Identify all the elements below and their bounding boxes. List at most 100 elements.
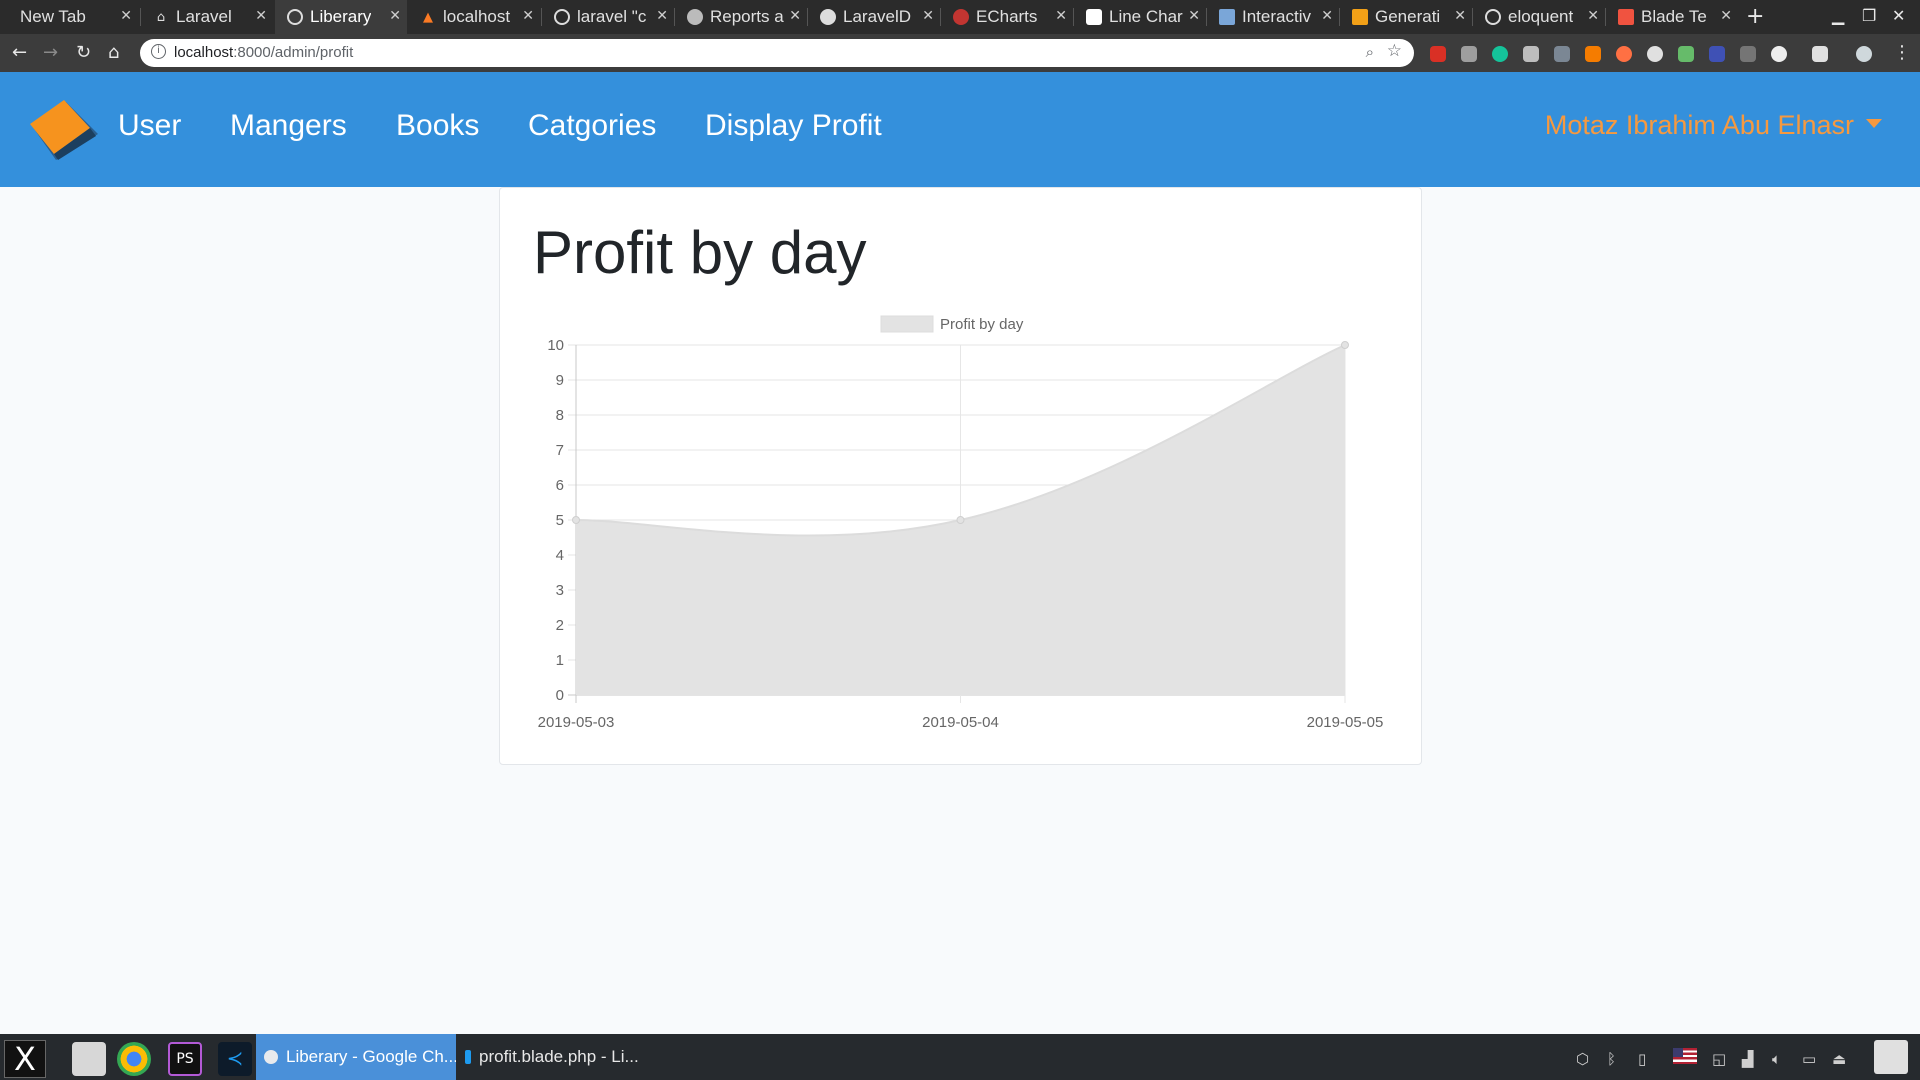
browser-tab[interactable]: eloquent ✕ [1473, 0, 1605, 34]
tab-title: Reports a [710, 7, 784, 26]
signal-tray-icon[interactable]: ▟ [1742, 1050, 1754, 1068]
extension-icon[interactable] [1709, 46, 1725, 62]
close-tab-icon[interactable]: ✕ [389, 8, 401, 24]
back-icon[interactable]: ← [12, 42, 27, 63]
browser-tab[interactable]: laravel "c ✕ [542, 0, 674, 34]
reports-icon [687, 9, 703, 25]
grammarly-icon[interactable] [1492, 46, 1508, 62]
site-info-icon[interactable]: i [151, 44, 166, 59]
home-icon[interactable]: ⌂ [108, 42, 119, 63]
tab-title: ECharts [976, 7, 1038, 26]
x-tick-label: 2019-05-04 [922, 714, 999, 731]
extension-icon[interactable] [1523, 46, 1539, 62]
close-tab-icon[interactable]: ✕ [1321, 8, 1333, 24]
extension-icon[interactable] [1771, 46, 1787, 62]
bookmark-star-icon[interactable]: ☆ [1387, 41, 1402, 61]
close-window-icon[interactable]: ✕ [1892, 6, 1905, 25]
tab-title: New Tab [20, 7, 86, 26]
url-host: localhost [174, 44, 234, 61]
power-menu-icon[interactable] [1874, 1040, 1908, 1074]
restore-icon[interactable]: ❐ [1862, 6, 1876, 25]
close-tab-icon[interactable]: ✕ [1454, 8, 1466, 24]
bluetooth-tray-icon[interactable]: ᛒ [1607, 1050, 1616, 1068]
close-tab-icon[interactable]: ✕ [1587, 8, 1599, 24]
browser-tab[interactable]: Interactiv ✕ [1207, 0, 1339, 34]
extension-icon[interactable] [1554, 46, 1570, 62]
address-bar[interactable]: i localhost:8000/admin/profit ⌕ ☆ [140, 39, 1414, 67]
user-dropdown[interactable]: Motaz Ibrahim Abu Elnasr [1545, 110, 1882, 141]
reload-icon[interactable]: ↻ [76, 42, 91, 63]
browser-tab[interactable]: ECharts ✕ [941, 0, 1073, 34]
extension-icon[interactable] [1430, 46, 1446, 62]
tab-title: LaravelD [843, 7, 912, 26]
close-tab-icon[interactable]: ✕ [656, 8, 668, 24]
browser-tab[interactable]: Blade Te ✕ [1606, 0, 1738, 34]
screen-tray-icon[interactable]: ◱ [1712, 1050, 1726, 1068]
browser-tab[interactable]: ⌂ Laravel ✕ [141, 0, 273, 34]
phpstorm-icon[interactable]: PS [168, 1042, 202, 1076]
close-tab-icon[interactable]: ✕ [120, 8, 132, 24]
forward-icon[interactable]: → [43, 42, 58, 63]
browser-tab[interactable]: ▲ localhost ✕ [408, 0, 540, 34]
nav-link-mangers[interactable]: Mangers [230, 109, 347, 143]
battery-tray-icon[interactable]: ▭ [1802, 1050, 1816, 1068]
x-tick-label: 2019-05-05 [1307, 714, 1384, 731]
vscode-icon [465, 1050, 471, 1064]
network-tray-icon[interactable]: ⬡ [1576, 1050, 1589, 1068]
taskbar-task-editor[interactable]: profit.blade.php - Li... [457, 1034, 657, 1080]
zoom-icon[interactable]: ⌕ [1366, 43, 1374, 61]
y-tick-label: 5 [556, 512, 564, 529]
extension-icon[interactable] [1585, 46, 1601, 62]
close-tab-icon[interactable]: ✕ [1720, 8, 1732, 24]
close-tab-icon[interactable]: ✕ [922, 8, 934, 24]
os-taskbar: X PS ≺ Liberary - Google Ch... profit.bl… [0, 1034, 1920, 1080]
minimize-icon[interactable]: ▁ [1832, 6, 1844, 25]
extension-icon[interactable] [1616, 46, 1632, 62]
browser-tab[interactable]: New Tab ✕ [8, 0, 138, 34]
nav-link-display-profit[interactable]: Display Profit [705, 109, 882, 143]
file-manager-icon[interactable] [72, 1042, 106, 1076]
book-logo-icon[interactable] [26, 96, 104, 164]
extension-icon[interactable] [1812, 46, 1828, 62]
y-tick-label: 4 [556, 547, 564, 564]
tab-title: localhost [443, 7, 511, 26]
close-tab-icon[interactable]: ✕ [1055, 8, 1067, 24]
browser-tab[interactable]: Line Char ✕ [1074, 0, 1206, 34]
taskbar-task-browser[interactable]: Liberary - Google Ch... [256, 1034, 456, 1080]
browser-tab[interactable]: Generati ✕ [1340, 0, 1472, 34]
volume-tray-icon[interactable]: 🔈︎ [1772, 1050, 1781, 1068]
tab-title: eloquent [1508, 7, 1574, 26]
task-label: profit.blade.php - Li... [479, 1047, 639, 1066]
nav-link-user[interactable]: User [118, 109, 181, 143]
xampp-icon: ▲ [423, 9, 433, 25]
browser-tab-active[interactable]: Liberary ✕ [275, 0, 407, 34]
eject-tray-icon[interactable]: ⏏ [1832, 1050, 1846, 1068]
browser-tab[interactable]: LaravelD ✕ [808, 0, 940, 34]
user-name: Motaz Ibrahim Abu Elnasr [1544, 110, 1854, 140]
vscode-icon[interactable]: ≺ [218, 1042, 252, 1076]
menu-kebab-icon[interactable]: ⋮ [1893, 42, 1911, 63]
nav-link-catgories[interactable]: Catgories [528, 109, 656, 143]
task-label: Liberary - Google Ch... [286, 1047, 456, 1066]
profile-avatar-icon[interactable] [1856, 46, 1872, 62]
chrome-icon[interactable] [117, 1042, 151, 1076]
extension-icon[interactable] [1647, 46, 1663, 62]
close-tab-icon[interactable]: ✕ [255, 8, 267, 24]
extension-icon[interactable] [1678, 46, 1694, 62]
line-chart-icon [1086, 9, 1102, 25]
laravel-icon [1618, 9, 1634, 25]
legend-label: Profit by day [940, 316, 1024, 333]
y-tick-label: 1 [556, 652, 564, 669]
browser-tab[interactable]: Reports a ✕ [675, 0, 807, 34]
keyboard-layout-flag-icon[interactable] [1673, 1048, 1697, 1064]
close-tab-icon[interactable]: ✕ [1188, 8, 1200, 24]
caret-down-icon [1866, 119, 1882, 128]
extension-icon[interactable] [1461, 46, 1477, 62]
close-tab-icon[interactable]: ✕ [789, 8, 801, 24]
extension-icon[interactable] [1740, 46, 1756, 62]
start-menu-button[interactable]: X [4, 1040, 46, 1078]
new-tab-button[interactable]: + [1746, 4, 1764, 29]
close-tab-icon[interactable]: ✕ [522, 8, 534, 24]
nav-link-books[interactable]: Books [396, 109, 479, 143]
clipboard-tray-icon[interactable]: ▯ [1638, 1050, 1646, 1068]
